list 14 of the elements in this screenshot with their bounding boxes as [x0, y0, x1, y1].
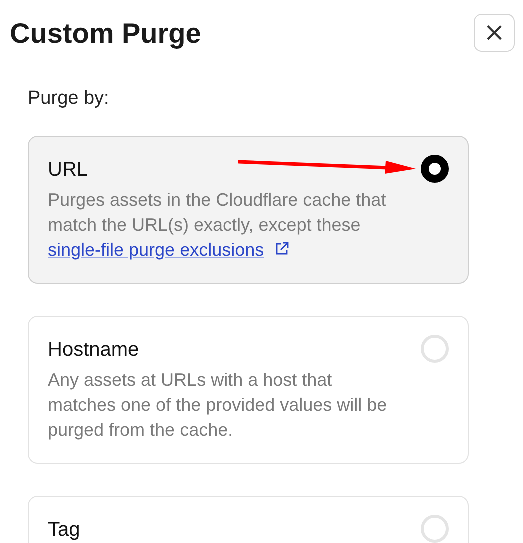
option-description: Any assets at URLs with a host that matches one of the provided values will be purged from the cache. — [48, 369, 388, 442]
option-title: URL — [48, 159, 88, 182]
option-card[interactable]: Tag — [28, 496, 469, 543]
close-button[interactable]: × — [474, 14, 515, 52]
option-title: Tag — [48, 519, 80, 542]
exclusions-link[interactable]: single-file purge exclusions — [48, 240, 264, 260]
dialog-title: Custom Purge — [10, 18, 202, 50]
radio-button[interactable] — [421, 155, 449, 183]
external-link-icon — [275, 242, 290, 256]
section-label: Purge by: — [28, 88, 110, 110]
option-card[interactable]: URL Purges assets in the Cloudflare cache that match the URL(s) exactly, except these single-file purge exclusions — [28, 136, 469, 284]
option-card[interactable]: Hostname Any assets at URLs with a host that matches one of the provided values will be purged from the cache. — [28, 316, 469, 464]
option-title: Hostname — [48, 339, 140, 362]
option-description: Purges assets in the Cloudflare cache that match the URL(s) exactly, except these single-file purge exclusions — [48, 189, 388, 262]
